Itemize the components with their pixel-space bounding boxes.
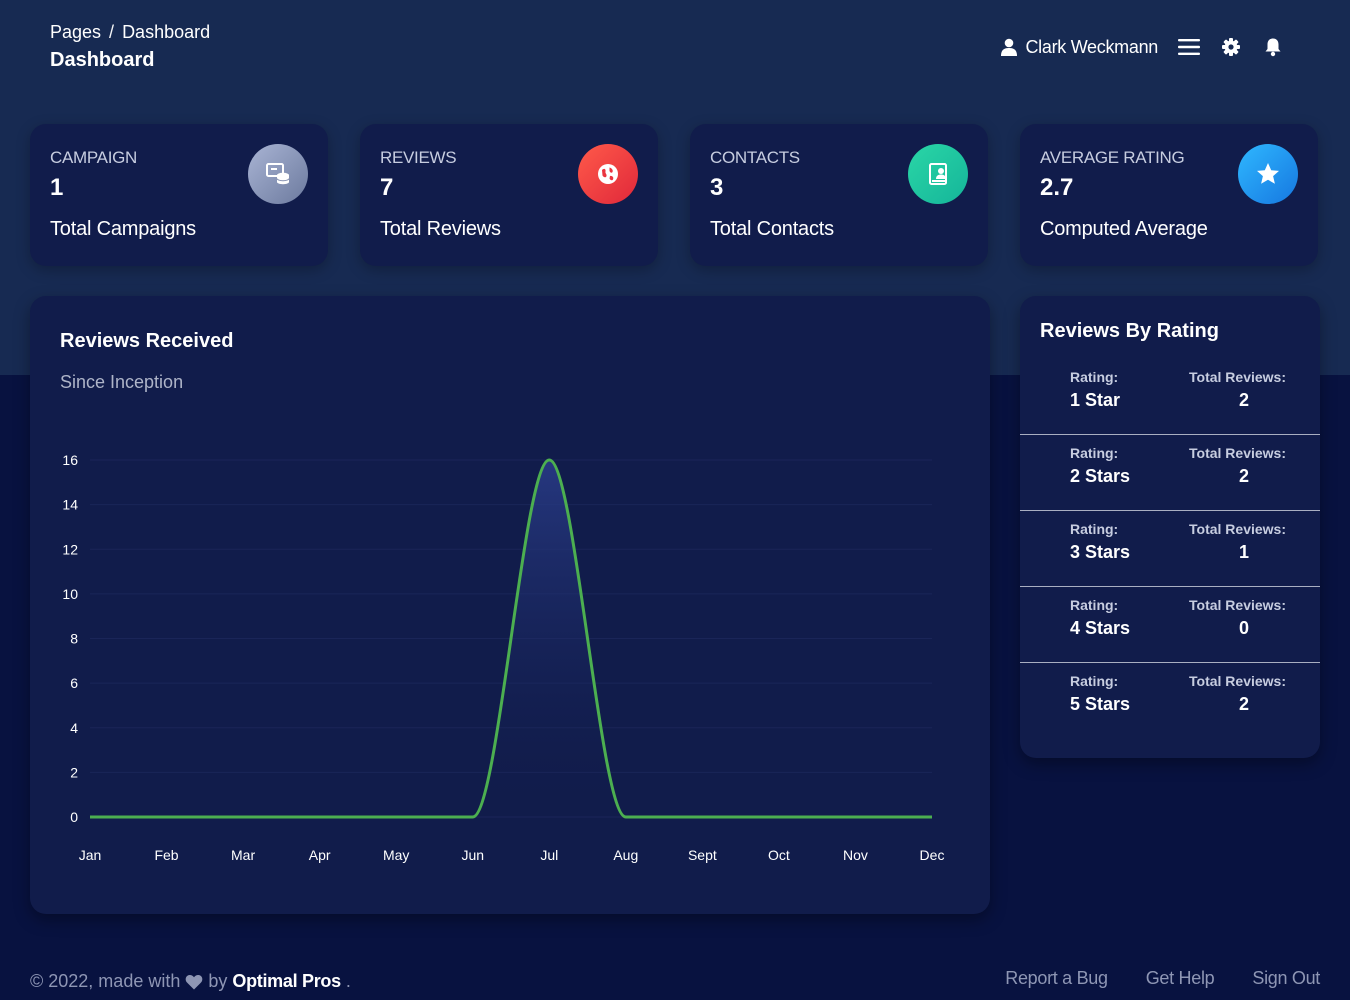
x-tick-label: May — [383, 847, 409, 863]
gear-icon[interactable] — [1220, 36, 1242, 58]
total-label: Total Reviews: — [1189, 369, 1286, 385]
navbar-actions: Clark Weckmann — [1001, 36, 1284, 58]
y-tick-label: 2 — [70, 764, 78, 780]
rating-value: 3 Stars — [1070, 542, 1131, 562]
menu-icon[interactable] — [1178, 36, 1200, 58]
breadcrumb-dashboard: Dashboard — [122, 22, 211, 42]
page-header: Pages / Dashboard Dashboard Clark Weckma… — [50, 22, 1300, 82]
breadcrumb-pages[interactable]: Pages — [50, 22, 101, 43]
stat-label: AVERAGE RATING — [1040, 148, 1185, 167]
user-menu[interactable]: Clark Weckmann — [1001, 37, 1158, 58]
reviews-by-rating-card: Reviews By Rating Rating: 1 Star Total R… — [1020, 296, 1320, 758]
y-tick-label: 14 — [62, 497, 78, 513]
stat-label: CONTACTS — [710, 148, 800, 167]
stat-card-reviews: REVIEWS 7 Total Reviews — [360, 124, 658, 266]
y-tick-label: 4 — [70, 720, 78, 736]
user-name: Clark Weckmann — [1025, 36, 1158, 57]
stat-value: 3 — [710, 174, 724, 201]
y-tick-label: 16 — [62, 452, 78, 468]
total-label: Total Reviews: — [1189, 445, 1286, 461]
x-tick-label: Jul — [540, 847, 558, 863]
stat-label: REVIEWS — [380, 148, 457, 167]
reviews-chart-card: Reviews Received Since Inception 0 2 4 6 8 10… — [30, 296, 990, 914]
reviews-line-chart: 0 2 4 6 8 10 12 14 16 Jan Feb Mar Apr May Jun Jul Aug Sep… — [62, 452, 945, 863]
y-tick-label: 12 — [62, 541, 78, 557]
breadcrumb-separator: / — [109, 22, 115, 42]
campaign-icon — [248, 144, 308, 204]
rating-row: Rating: 5 Stars Total Reviews: 2 — [1020, 663, 1320, 739]
x-tick-label: Nov — [843, 847, 868, 863]
stat-value: 2.7 — [1040, 174, 1074, 201]
report-bug-link[interactable]: Report a Bug — [1005, 968, 1108, 989]
contact-book-icon — [908, 144, 968, 204]
rating-row: Rating: 2 Stars Total Reviews: 2 — [1020, 435, 1320, 511]
x-tick-label: Feb — [154, 847, 178, 863]
rating-label: Rating: — [1070, 673, 1119, 689]
total-label: Total Reviews: — [1189, 597, 1286, 613]
x-tick-label: Dec — [920, 847, 945, 863]
stat-card-campaign: CAMPAIGN 1 Total Campaigns — [30, 124, 328, 266]
y-tick-label: 8 — [70, 631, 78, 647]
footer-links: Report a Bug Get Help Sign Out — [1005, 968, 1320, 989]
x-tick-label: Jan — [79, 847, 102, 863]
x-tick-label: Oct — [768, 847, 790, 863]
stat-value: 1 — [50, 174, 64, 201]
total-value: 2 — [1238, 466, 1249, 486]
user-icon — [1001, 38, 1018, 56]
y-tick-label: 0 — [70, 809, 78, 825]
x-tick-label: Mar — [231, 847, 255, 863]
rating-label: Rating: — [1070, 597, 1119, 613]
rating-card-title: Reviews By Rating — [1040, 320, 1219, 342]
rating-value: 4 Stars — [1070, 618, 1131, 638]
rating-value: 5 Stars — [1070, 694, 1131, 714]
stat-description: Total Campaigns — [50, 218, 196, 240]
x-tick-label: Apr — [309, 847, 331, 863]
stat-value: 7 — [380, 174, 394, 201]
y-tick-label: 10 — [62, 586, 78, 602]
total-value: 2 — [1238, 390, 1249, 410]
sign-out-link[interactable]: Sign Out — [1252, 968, 1320, 989]
rating-row: Rating: 1 Star Total Reviews: 2 — [1020, 359, 1320, 435]
total-label: Total Reviews: — [1189, 673, 1286, 689]
x-tick-label: Sept — [688, 847, 717, 863]
bell-icon[interactable] — [1262, 36, 1284, 58]
total-value: 1 — [1238, 542, 1249, 562]
stat-card-average-rating: AVERAGE RATING 2.7 Computed Average — [1020, 124, 1318, 266]
stat-description: Computed Average — [1040, 218, 1208, 240]
rating-label: Rating: — [1070, 445, 1119, 461]
x-tick-label: Aug — [613, 847, 638, 863]
heart-icon — [186, 974, 203, 989]
stat-label: CAMPAIGN — [50, 148, 138, 167]
stat-description: Total Reviews — [380, 218, 501, 240]
stat-card-contacts: CONTACTS 3 Total Contacts — [690, 124, 988, 266]
total-value: 0 — [1238, 618, 1249, 638]
star-icon — [1238, 144, 1298, 204]
footer-by: by — [208, 971, 228, 991]
get-help-link[interactable]: Get Help — [1146, 968, 1215, 989]
x-tick-label: Jun — [461, 847, 484, 863]
rating-row: Rating: 3 Stars Total Reviews: 1 — [1020, 511, 1320, 587]
rating-label: Rating: — [1070, 521, 1119, 537]
rating-row: Rating: 4 Stars Total Reviews: 0 — [1020, 587, 1320, 663]
footer-copyright: © 2022, made with by Optimal Pros . — [30, 971, 351, 992]
stat-description: Total Contacts — [710, 218, 834, 240]
rating-value: 2 Stars — [1070, 466, 1131, 486]
rating-value: 1 Star — [1070, 390, 1121, 410]
y-tick-label: 6 — [70, 675, 78, 691]
brand-link[interactable]: Optimal Pros — [232, 971, 341, 992]
copyright-text: © 2022, made with — [30, 971, 181, 991]
globe-icon — [578, 144, 638, 204]
rating-label: Rating: — [1070, 369, 1119, 385]
footer-period: . — [345, 971, 351, 991]
total-value: 2 — [1238, 694, 1249, 714]
total-label: Total Reviews: — [1189, 521, 1286, 537]
